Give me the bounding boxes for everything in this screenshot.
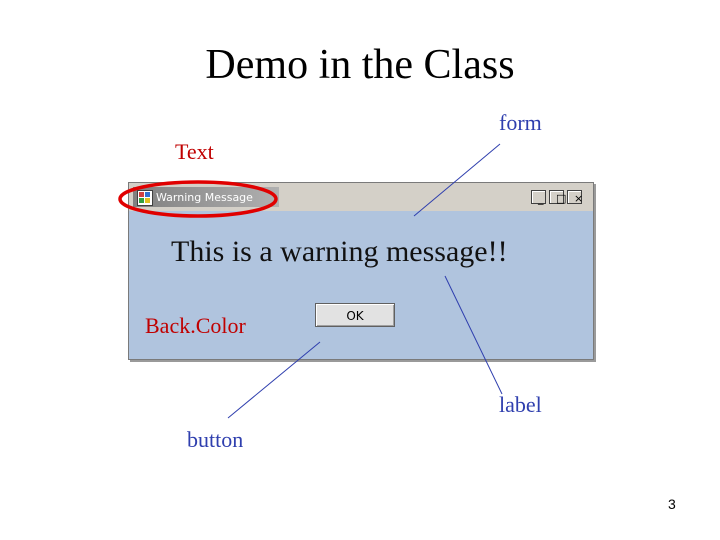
callout-label: label [499, 392, 542, 417]
label-pointer-line [444, 275, 503, 395]
form-pointer-line [413, 143, 501, 217]
button-pointer-line [227, 341, 321, 419]
page-number: 3 [668, 496, 676, 512]
callout-form: form [499, 110, 542, 135]
callout-text: Text [175, 139, 214, 164]
callout-backcolor: Back.Color [145, 313, 246, 338]
callout-button: button [187, 427, 244, 452]
annotation-overlay [118, 143, 503, 419]
text-highlight-ellipse [118, 180, 278, 218]
